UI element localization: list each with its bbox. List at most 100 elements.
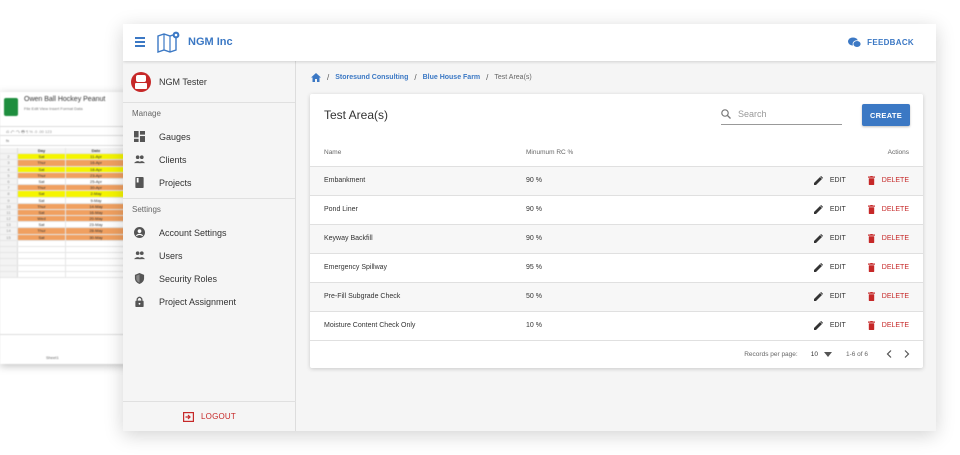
sidebar-item-security-roles[interactable]: Security Roles bbox=[123, 267, 295, 290]
delete-label: DELETE bbox=[881, 264, 909, 271]
trash-icon bbox=[867, 292, 875, 301]
sidebar-item-project-assignment[interactable]: Project Assignment bbox=[123, 290, 295, 313]
edit-button[interactable]: EDIT bbox=[813, 292, 846, 301]
sidebar-item-users[interactable]: Users bbox=[123, 244, 295, 267]
column-header-rc[interactable]: Minumum RC % bbox=[526, 139, 731, 167]
edit-button[interactable]: EDIT bbox=[813, 205, 846, 214]
account-circle-icon bbox=[134, 227, 145, 238]
delete-label: DELETE bbox=[881, 322, 909, 329]
spreadsheet-cell: Thur bbox=[18, 203, 66, 209]
spreadsheet-row-number: 8 bbox=[0, 191, 18, 197]
edit-button[interactable]: EDIT bbox=[813, 234, 846, 243]
people-icon bbox=[134, 251, 145, 260]
test-areas-table: Name Minumum RC % Actions Embankment 90 %… bbox=[310, 139, 923, 341]
spreadsheet-cell: 28-May bbox=[66, 228, 126, 234]
spreadsheet-row-number: 15 bbox=[0, 234, 18, 240]
search-input[interactable] bbox=[736, 108, 836, 120]
table-row: Emergency Spillway 95 % EDIT DELETE bbox=[310, 253, 923, 283]
delete-button[interactable]: DELETE bbox=[867, 292, 909, 301]
edit-label: EDIT bbox=[829, 235, 846, 242]
delete-label: DELETE bbox=[881, 235, 909, 242]
cell-name: Emergency Spillway bbox=[310, 253, 526, 283]
spreadsheet-cell: Sat bbox=[18, 197, 66, 203]
pencil-icon bbox=[813, 321, 823, 330]
sidebar-item-account-settings[interactable]: Account Settings bbox=[123, 221, 295, 244]
sidebar-item-clients[interactable]: Clients bbox=[123, 148, 295, 171]
cell-min-rc: 10 % bbox=[526, 311, 731, 341]
column-header-name[interactable]: Name bbox=[310, 139, 526, 167]
sidebar-item-label: Projects bbox=[159, 177, 192, 188]
page-range: 1-6 of 6 bbox=[845, 350, 868, 358]
cell-name: Embankment bbox=[310, 166, 526, 196]
pencil-icon bbox=[813, 292, 823, 301]
trash-icon bbox=[867, 205, 875, 214]
table-row: Moisture Content Check Only 10 % EDIT DELET… bbox=[310, 311, 923, 341]
chevron-left-icon[interactable] bbox=[886, 350, 892, 358]
logout-icon bbox=[183, 411, 194, 422]
logout-label: LOGOUT bbox=[201, 412, 236, 421]
breadcrumb-link[interactable]: Storesund Consulting bbox=[335, 74, 408, 81]
spreadsheet-row-number: 7 bbox=[0, 185, 18, 191]
user-name: NGM Tester bbox=[159, 76, 207, 87]
cell-name: Keyway Backfill bbox=[310, 224, 526, 254]
column-header-actions: Actions bbox=[731, 139, 923, 167]
cell-actions: EDIT DELETE bbox=[731, 224, 923, 254]
records-per-page-value: 10 bbox=[810, 350, 818, 358]
feedback-button[interactable]: FEEDBACK bbox=[848, 37, 914, 48]
cell-min-rc: 90 % bbox=[526, 195, 731, 225]
feedback-label: FEEDBACK bbox=[867, 38, 914, 47]
book-icon bbox=[135, 177, 144, 188]
cell-name: Pre-Fill Subgrade Check bbox=[310, 282, 526, 312]
pencil-icon bbox=[813, 176, 823, 185]
spreadsheet-cell: 18-Apr bbox=[66, 166, 126, 172]
sheet-tab: Sheet1 bbox=[46, 355, 59, 360]
spreadsheet-menu: File Edit View Insert Format Data bbox=[24, 106, 83, 111]
chevron-right-icon[interactable] bbox=[904, 350, 910, 358]
main-content: / Storesund Consulting / Blue House Farm… bbox=[297, 61, 936, 431]
sidebar-item-label: Users bbox=[159, 250, 183, 261]
spreadsheet-cell: 11-Apr bbox=[66, 154, 126, 160]
table-row: Keyway Backfill 90 % EDIT DELETE bbox=[310, 224, 923, 254]
delete-button[interactable]: DELETE bbox=[867, 205, 909, 214]
menu-icon[interactable] bbox=[135, 37, 145, 47]
settings-section-label: Settings bbox=[132, 205, 161, 214]
cell-name: Moisture Content Check Only bbox=[310, 311, 526, 341]
delete-button[interactable]: DELETE bbox=[867, 263, 909, 272]
edit-label: EDIT bbox=[829, 322, 846, 329]
sheets-logo-icon bbox=[4, 98, 18, 116]
chat-bubbles-icon bbox=[848, 37, 862, 48]
edit-button[interactable]: EDIT bbox=[813, 176, 846, 185]
logout-button[interactable]: LOGOUT bbox=[123, 401, 296, 431]
home-icon[interactable] bbox=[311, 73, 321, 82]
cell-actions: EDIT DELETE bbox=[731, 253, 923, 283]
create-button[interactable]: CREATE bbox=[862, 104, 910, 126]
spreadsheet-cell: 9-May bbox=[90, 197, 102, 203]
delete-button[interactable]: DELETE bbox=[867, 176, 909, 185]
edit-button[interactable]: EDIT bbox=[813, 263, 846, 272]
spreadsheet-row-number: 10 bbox=[0, 203, 18, 209]
delete-button[interactable]: DELETE bbox=[867, 234, 909, 243]
breadcrumb-link[interactable]: Blue House Farm bbox=[423, 74, 481, 81]
spreadsheet-cell: 2-May bbox=[66, 191, 126, 197]
records-per-page-select[interactable]: 10 bbox=[811, 351, 832, 358]
spreadsheet-title: Owen Ball Hockey Peanut bbox=[24, 96, 106, 103]
sidebar-item-gauges[interactable]: Gauges bbox=[123, 125, 295, 148]
spreadsheet-row-number: 6 bbox=[0, 178, 18, 185]
top-app-bar: NGM Inc FEEDBACK bbox=[123, 24, 936, 61]
spreadsheet-cell: Sat bbox=[18, 166, 66, 172]
breadcrumb: / Storesund Consulting / Blue House Farm… bbox=[311, 73, 532, 82]
edit-label: EDIT bbox=[829, 206, 846, 213]
sidebar-item-projects[interactable]: Projects bbox=[123, 171, 295, 194]
pagination: Records per page: 10 1-6 of 6 bbox=[310, 340, 923, 368]
delete-button[interactable]: DELETE bbox=[867, 321, 909, 330]
edit-button[interactable]: EDIT bbox=[813, 321, 846, 330]
delete-label: DELETE bbox=[881, 293, 909, 300]
pencil-icon bbox=[813, 234, 823, 243]
sidebar-item-label: Clients bbox=[159, 154, 187, 165]
delete-label: DELETE bbox=[881, 206, 909, 213]
spreadsheet-cell: 30-May bbox=[66, 234, 126, 240]
app-window: NGM Inc FEEDBACK NGM Tester Manage Gauge… bbox=[123, 24, 936, 431]
cell-actions: EDIT DELETE bbox=[731, 311, 923, 341]
records-per-page-label: Records per page: bbox=[744, 350, 798, 358]
lock-icon bbox=[135, 296, 144, 307]
